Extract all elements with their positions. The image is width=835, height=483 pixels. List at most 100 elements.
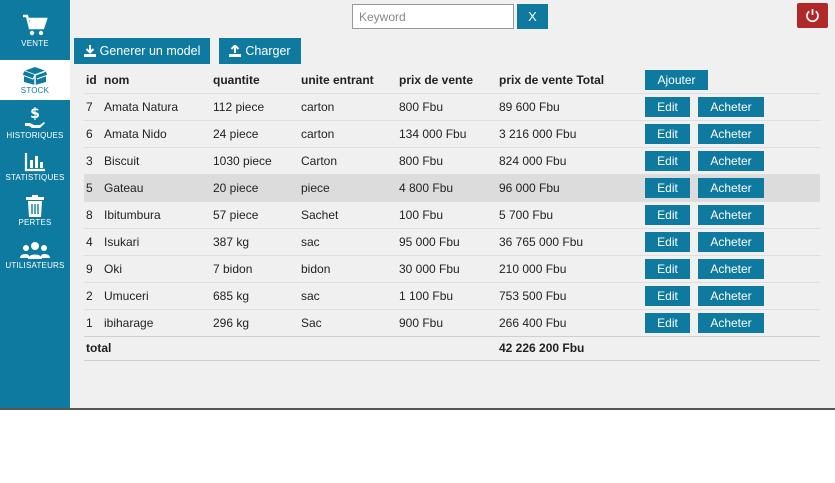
acheter-button[interactable]: Acheter <box>698 204 764 225</box>
power-icon <box>806 9 819 23</box>
cell-prix: 95 000 Fbu <box>397 227 497 255</box>
cell-prix: 30 000 Fbu <box>397 254 497 282</box>
power-button[interactable] <box>797 3 828 28</box>
sidebar-item-label: HISTORIQUES <box>6 131 64 140</box>
column-header-prix: prix de vente <box>399 73 474 88</box>
add-button[interactable]: Ajouter <box>645 70 708 91</box>
acheter-button[interactable]: Acheter <box>698 285 764 306</box>
clear-search-button[interactable]: X <box>517 4 548 29</box>
cell-id: 7 <box>84 92 102 120</box>
edit-button[interactable]: Edit <box>645 312 690 333</box>
cell-id: 2 <box>84 281 102 309</box>
cell-nom: Amata Natura <box>102 92 211 120</box>
cell-id: 1 <box>84 308 102 336</box>
search-input[interactable] <box>352 4 514 29</box>
cell-total: 753 500 Fbu <box>497 281 643 309</box>
edit-button[interactable]: Edit <box>645 123 690 144</box>
sidebar-item-stock[interactable]: STOCK <box>0 60 70 100</box>
acheter-button[interactable]: Acheter <box>698 177 764 198</box>
cell-quantite: 7 bidon <box>211 254 299 282</box>
cell-nom: ibiharage <box>102 308 211 336</box>
column-header-quantite: quantite <box>213 73 260 88</box>
table-row: 1 ibiharage 296 kg Sac 900 Fbu 266 400 F… <box>84 308 820 336</box>
cell-id: 3 <box>84 146 102 174</box>
grand-total: 42 226 200 Fbu <box>497 335 643 361</box>
acheter-button[interactable]: Acheter <box>698 258 764 279</box>
cell-unite: Sachet <box>299 200 397 228</box>
cell-unite: Sac <box>299 308 397 336</box>
trash-icon <box>26 195 44 217</box>
sidebar-item-label: STATISTIQUES <box>5 173 65 182</box>
cell-nom: Biscuit <box>102 146 211 174</box>
acheter-button[interactable]: Acheter <box>698 231 764 252</box>
table-row: 9 Oki 7 bidon bidon 30 000 Fbu 210 000 F… <box>84 254 820 282</box>
sidebar-item-statistiques[interactable]: STATISTIQUES <box>0 152 70 188</box>
table-row: 8 Ibitumbura 57 piece Sachet 100 Fbu 5 7… <box>84 200 820 228</box>
cell-total: 89 600 Fbu <box>497 92 643 120</box>
stock-table: id nom quantite unite entrant prix de ve… <box>84 68 820 361</box>
cell-nom: Gateau <box>102 173 211 201</box>
app-window: VENTE STOCK $ HISTORIQUES STATISTIQUES P… <box>0 0 835 410</box>
generate-model-button[interactable]: Generer un model <box>74 38 210 64</box>
cell-prix: 100 Fbu <box>397 200 497 228</box>
users-icon <box>20 242 50 259</box>
cell-nom: Amata Nido <box>102 119 211 147</box>
table-header: id nom quantite unite entrant prix de ve… <box>84 68 820 93</box>
edit-button[interactable]: Edit <box>645 177 690 198</box>
table-row: 4 Isukari 387 kg sac 95 000 Fbu 36 765 0… <box>84 227 820 255</box>
cell-quantite: 1030 piece <box>211 146 299 174</box>
column-header-unite: unite entrant <box>301 73 374 88</box>
charger-button[interactable]: Charger <box>219 38 301 64</box>
cell-prix: 134 000 Fbu <box>397 119 497 147</box>
cell-prix: 1 100 Fbu <box>397 281 497 309</box>
table-row: 2 Umuceri 685 kg sac 1 100 Fbu 753 500 F… <box>84 281 820 309</box>
acheter-button[interactable]: Acheter <box>698 312 764 333</box>
edit-button[interactable]: Edit <box>645 231 690 252</box>
table-row: 5 Gateau 20 piece piece 4 800 Fbu 96 000… <box>84 173 820 201</box>
cell-quantite: 387 kg <box>211 227 299 255</box>
sidebar-item-pertes[interactable]: PERTES <box>0 195 70 231</box>
sidebar-item-utilisateurs[interactable]: UTILISATEURS <box>0 240 70 276</box>
box-icon <box>21 67 49 85</box>
cell-quantite: 685 kg <box>211 281 299 309</box>
cell-quantite: 57 piece <box>211 200 299 228</box>
cell-prix: 4 800 Fbu <box>397 173 497 201</box>
cell-quantite: 20 piece <box>211 173 299 201</box>
cell-nom: Ibitumbura <box>102 200 211 228</box>
cell-quantite: 296 kg <box>211 308 299 336</box>
sidebar-item-vente[interactable]: VENTE <box>0 14 70 58</box>
charger-label: Charger <box>245 44 291 58</box>
cell-unite: piece <box>299 173 397 201</box>
acheter-button[interactable]: Acheter <box>698 96 764 117</box>
sidebar-item-label: UTILISATEURS <box>5 261 65 270</box>
table-row: 3 Biscuit 1030 piece Carton 800 Fbu 824 … <box>84 146 820 174</box>
table-footer: total 42 226 200 Fbu <box>84 335 820 361</box>
cell-unite: Carton <box>299 146 397 174</box>
cell-unite: carton <box>299 119 397 147</box>
cell-unite: sac <box>299 281 397 309</box>
cell-id: 4 <box>84 227 102 255</box>
cell-nom: Isukari <box>102 227 211 255</box>
edit-button[interactable]: Edit <box>645 204 690 225</box>
edit-button[interactable]: Edit <box>645 258 690 279</box>
cell-total: 3 216 000 Fbu <box>497 119 643 147</box>
acheter-button[interactable]: Acheter <box>698 150 764 171</box>
window-bottom-border <box>0 408 835 410</box>
cell-prix: 900 Fbu <box>397 308 497 336</box>
svg-text:$: $ <box>30 106 40 122</box>
acheter-button[interactable]: Acheter <box>698 123 764 144</box>
cell-total: 210 000 Fbu <box>497 254 643 282</box>
column-header-nom: nom <box>104 73 130 88</box>
edit-button[interactable]: Edit <box>645 285 690 306</box>
edit-button[interactable]: Edit <box>645 150 690 171</box>
sidebar-item-label: PERTES <box>18 218 52 227</box>
cell-unite: carton <box>299 92 397 120</box>
download-icon <box>83 45 96 57</box>
cell-id: 9 <box>84 254 102 282</box>
cell-total: 36 765 000 Fbu <box>497 227 643 255</box>
table-row: 7 Amata Natura 112 piece carton 800 Fbu … <box>84 92 820 120</box>
sidebar-item-historiques[interactable]: $ HISTORIQUES <box>0 106 70 144</box>
sidebar-item-label: VENTE <box>21 39 49 48</box>
edit-button[interactable]: Edit <box>645 96 690 117</box>
money-hand-icon: $ <box>25 106 45 128</box>
